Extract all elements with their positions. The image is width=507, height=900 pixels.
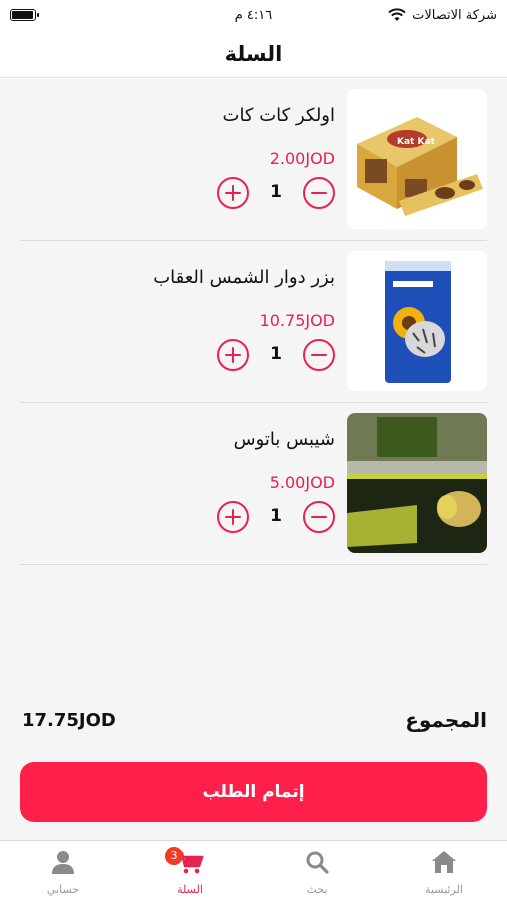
nav-item-profile[interactable]: حسابي xyxy=(0,841,126,900)
decrease-quantity-button[interactable] xyxy=(303,177,335,209)
cart-item: Kat Kat اولكر كات كات 2.00JOD 1 xyxy=(20,79,487,241)
carrier-info: شركة الاتصالات xyxy=(388,8,497,23)
header: السلة xyxy=(0,30,507,78)
svg-text:Kat Kat: Kat Kat xyxy=(397,137,436,147)
minus-icon xyxy=(311,515,327,518)
quantity-stepper: 1 xyxy=(217,177,335,211)
nav-item-home[interactable]: الرئيسية xyxy=(381,841,507,900)
minus-icon xyxy=(311,191,327,194)
product-image xyxy=(347,251,487,391)
total-row: المجموع 17.75JOD xyxy=(22,708,487,734)
user-icon xyxy=(52,851,74,874)
nav-item-cart[interactable]: 3 السلة xyxy=(127,841,253,900)
status-bar: ٤:١٦ م شركة الاتصالات xyxy=(0,0,507,30)
decrease-quantity-button[interactable] xyxy=(303,339,335,371)
battery-icon xyxy=(10,9,39,21)
page-title: السلة xyxy=(224,41,283,66)
product-price: 10.75JOD xyxy=(259,311,335,330)
minus-icon xyxy=(311,353,327,356)
checkout-button[interactable]: إتمام الطلب xyxy=(20,762,487,822)
decrease-quantity-button[interactable] xyxy=(303,501,335,533)
nav-label: الرئيسية xyxy=(425,883,463,896)
product-name: بزر دوار الشمس العقاب xyxy=(153,267,335,288)
increase-quantity-button[interactable] xyxy=(217,177,249,209)
cart-item: بزر دوار الشمس العقاب 10.75JOD 1 xyxy=(20,241,487,403)
nav-label: السلة xyxy=(177,883,203,896)
battery-indicator xyxy=(10,9,39,21)
nav-label: حسابي xyxy=(46,883,80,896)
status-time: ٤:١٦ م xyxy=(234,7,273,23)
quantity-value: 1 xyxy=(270,506,282,526)
search-icon xyxy=(306,851,329,874)
increase-quantity-button[interactable] xyxy=(217,501,249,533)
carrier-name: شركة الاتصالات xyxy=(412,7,497,23)
quantity-value: 1 xyxy=(270,182,282,202)
nav-label: بحث xyxy=(306,883,328,896)
product-image xyxy=(347,413,487,553)
product-image: Kat Kat xyxy=(347,89,487,229)
product-name: اولكر كات كات xyxy=(222,105,336,126)
home-icon xyxy=(432,851,456,873)
increase-quantity-button[interactable] xyxy=(217,339,249,371)
bottom-navigation: الرئيسية بحث 3 السلة حسابي xyxy=(0,840,507,900)
product-price: 5.00JOD xyxy=(269,473,335,492)
quantity-value: 1 xyxy=(270,344,282,364)
total-label: المجموع xyxy=(405,708,487,732)
cart-count-badge: 3 xyxy=(165,847,183,865)
cart-item: شيبس باتوس 5.00JOD 1 xyxy=(20,403,487,565)
product-name: شيبس باتوس xyxy=(233,429,335,450)
total-value: 17.75JOD xyxy=(22,710,116,731)
quantity-stepper: 1 xyxy=(217,339,335,373)
product-price: 2.00JOD xyxy=(269,149,335,168)
cart-list: Kat Kat اولكر كات كات 2.00JOD 1 بزر دوار… xyxy=(0,79,507,840)
quantity-stepper: 1 xyxy=(217,501,335,535)
nav-item-search[interactable]: بحث xyxy=(254,841,380,900)
wifi-icon xyxy=(388,8,406,21)
